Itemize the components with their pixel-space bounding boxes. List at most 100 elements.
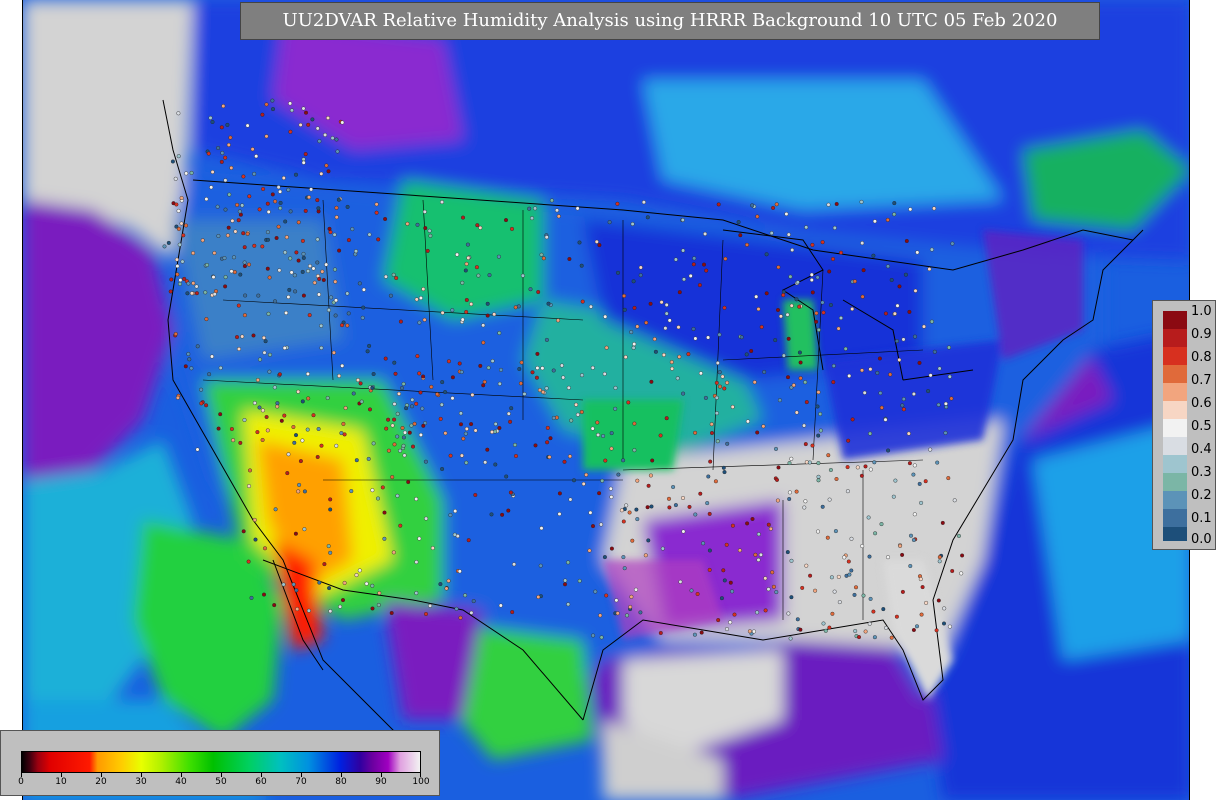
observation-dot (203, 290, 208, 295)
observation-dot (738, 233, 743, 238)
observation-dot (412, 421, 417, 426)
observation-dot (414, 497, 419, 502)
observation-dot (286, 295, 291, 300)
observation-dot (242, 245, 247, 250)
observation-dot (427, 228, 432, 233)
observation-dot (263, 339, 268, 344)
observation-dot (901, 397, 906, 402)
observation-dot (868, 596, 873, 601)
observation-dot (794, 410, 799, 415)
observation-dot (497, 331, 502, 336)
observation-dot (707, 511, 712, 516)
observation-dot (272, 603, 277, 608)
observation-dot (400, 426, 405, 431)
observation-dot (847, 572, 852, 577)
observation-dot (218, 412, 223, 417)
observation-dot (753, 552, 758, 557)
observation-dot (242, 418, 247, 423)
observation-dot (766, 587, 771, 592)
observation-dot (607, 220, 612, 225)
observation-dot (901, 407, 906, 412)
observation-dot (227, 192, 232, 197)
observation-dot (215, 204, 220, 209)
observation-dot (463, 431, 468, 436)
observation-dot (855, 465, 860, 470)
obs-colorbar-label: 0.5 (1191, 419, 1212, 434)
observation-dot (315, 198, 320, 203)
observation-dot (249, 595, 254, 600)
observation-dot (608, 486, 613, 491)
observation-dot (846, 438, 851, 443)
observation-dot (774, 446, 779, 451)
observation-dot (302, 489, 307, 494)
observation-dot (629, 594, 634, 599)
observation-dot (691, 327, 696, 332)
observation-dot (461, 436, 466, 441)
observation-dot (555, 208, 560, 213)
observation-dot (514, 454, 519, 459)
obs-colorbar-swatch (1163, 401, 1187, 419)
rh-tick-label: 60 (255, 777, 267, 787)
observation-dot (469, 610, 474, 615)
observation-dot (670, 366, 675, 371)
observation-dot (229, 269, 234, 274)
observation-dot (834, 201, 839, 206)
observation-dot (904, 238, 909, 243)
observation-dot (236, 347, 241, 352)
observation-dot (776, 465, 781, 470)
observation-dot (223, 155, 228, 160)
observation-dot (337, 373, 342, 378)
observation-dot (459, 422, 464, 427)
observation-dot (944, 405, 949, 410)
observation-dot (536, 290, 541, 295)
observation-dot (622, 566, 627, 571)
observation-dot (316, 427, 321, 432)
observation-dot (917, 481, 922, 486)
observation-dot (947, 345, 952, 350)
observation-dot (414, 591, 419, 596)
observation-dot (821, 310, 826, 315)
observation-dot (878, 391, 883, 396)
observation-dot (750, 517, 755, 522)
observation-dot (310, 117, 315, 122)
observation-dot (277, 372, 282, 377)
observation-dot (460, 317, 465, 322)
observation-dot (392, 402, 397, 407)
observation-dot (204, 197, 209, 202)
observation-dot (546, 301, 551, 306)
observation-dot (946, 476, 951, 481)
observation-dot (301, 293, 306, 298)
observation-dot (486, 365, 491, 370)
observation-dot (319, 323, 324, 328)
observation-dot (538, 563, 543, 568)
observation-dot (305, 371, 310, 376)
observation-dot (296, 389, 301, 394)
obs-colorbar-label: 0.7 (1191, 373, 1212, 388)
observation-dot (911, 628, 916, 633)
observation-dot (781, 353, 786, 358)
observation-dot (422, 317, 427, 322)
observation-dot (357, 568, 362, 573)
observation-dot (306, 122, 311, 127)
observation-dot (306, 608, 311, 613)
observation-dot (354, 458, 359, 463)
observation-dot (588, 304, 593, 309)
observation-dot (816, 474, 821, 479)
observation-dot (223, 275, 228, 280)
observation-dot (234, 335, 239, 340)
observation-dot (219, 159, 224, 164)
observation-dot (204, 317, 209, 322)
observation-dot (218, 365, 223, 370)
observation-dot (242, 260, 247, 265)
observation-dot (789, 558, 794, 563)
observation-dot (317, 276, 322, 281)
observation-dot (281, 175, 286, 180)
observation-dot (417, 320, 422, 325)
observation-dot (284, 235, 289, 240)
observation-dot (609, 431, 614, 436)
observation-dot (634, 507, 639, 512)
observation-dot (345, 291, 350, 296)
observation-dot (549, 198, 554, 203)
observation-dot (859, 473, 864, 478)
observation-dot (185, 291, 190, 296)
